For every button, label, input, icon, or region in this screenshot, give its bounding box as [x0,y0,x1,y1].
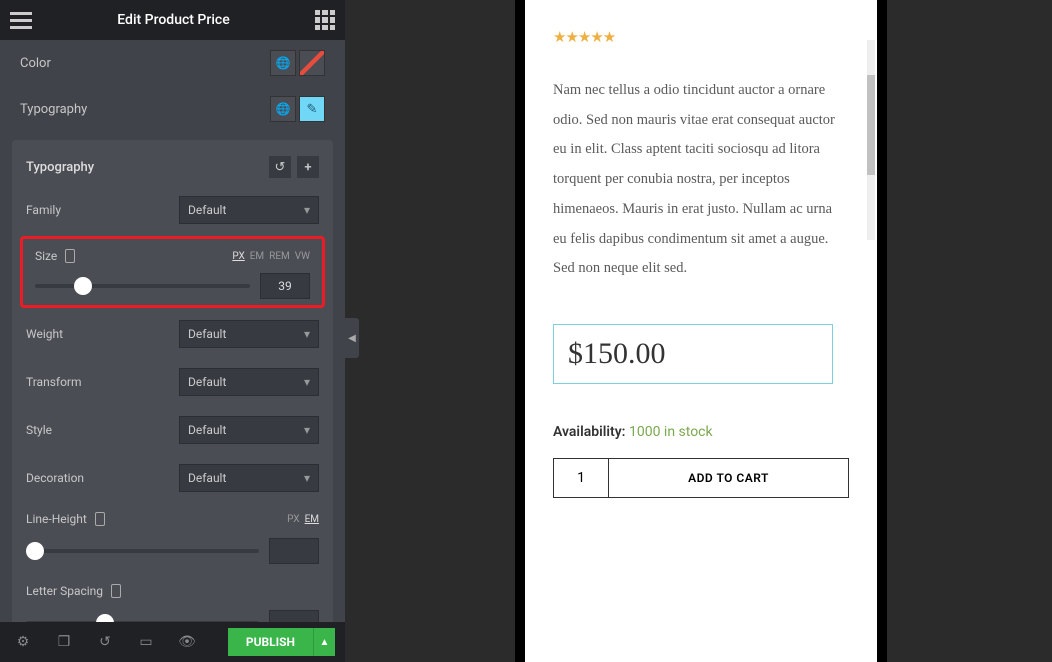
color-global-icon[interactable] [270,50,296,76]
weight-row: Weight Default [12,310,333,358]
size-input[interactable] [260,273,310,299]
family-select[interactable]: Default [179,196,319,224]
unit-em[interactable]: EM [250,251,264,262]
typography-label: Typography [20,102,87,117]
device-preview-frame: ★★★★★ Nam nec tellus a odio tincidunt au… [515,0,887,662]
quantity-input[interactable] [553,458,609,498]
editor-panel: Edit Product Price Color Typography Typo… [0,0,345,662]
settings-icon[interactable]: ⚙ [10,629,36,655]
history-icon[interactable]: ↺ [92,629,118,655]
panel-body: Color Typography Typography ↺ + F [0,40,345,622]
unit-px[interactable]: PX [232,251,244,262]
availability-value: 1000 in stock [629,424,713,440]
typography-global-icon[interactable] [270,96,296,122]
weight-select[interactable]: Default [179,320,319,348]
publish-dropdown[interactable]: ▲ [313,628,335,656]
family-row: Family Default [12,186,333,234]
menu-icon[interactable] [10,8,32,33]
size-slider[interactable] [35,284,250,288]
typography-popover: Typography ↺ + Family Default Size PX [12,140,333,622]
lh-unit-em[interactable]: EM [305,514,319,525]
letterspacing-row: Letter Spacing [12,574,333,622]
letterspacing-input[interactable] [269,610,319,622]
unit-vw[interactable]: VW [295,251,310,262]
product-description: Nam nec tellus a odio tincidunt auctor a… [553,76,849,284]
decoration-label: Decoration [26,471,84,485]
lh-unit-px[interactable]: PX [287,514,299,525]
availability-label: Availability: [553,424,625,440]
preview-icon[interactable]: 👁 [174,629,200,655]
lineheight-thumb[interactable] [26,542,44,560]
panel-title: Edit Product Price [117,12,229,28]
decoration-row: Decoration Default [12,454,333,502]
lineheight-row: Line-Height PX EM [12,502,333,574]
decoration-select[interactable]: Default [179,464,319,492]
typography-edit-icon[interactable] [299,96,325,122]
add-icon[interactable]: + [297,156,319,178]
family-label: Family [26,203,61,217]
typography-row: Typography [0,86,345,132]
apps-icon[interactable] [315,10,335,30]
device-icon[interactable] [111,584,121,598]
transform-select[interactable]: Default [179,368,319,396]
letterspacing-label: Letter Spacing [26,584,103,598]
unit-rem[interactable]: REM [269,251,290,262]
style-label: Style [26,423,52,437]
lineheight-input[interactable] [269,538,319,564]
typography-popover-title: Typography [26,160,94,175]
weight-label: Weight [26,327,63,341]
style-row: Style Default [12,406,333,454]
letterspacing-thumb[interactable] [96,614,114,622]
panel-footer: ⚙ ❒ ↺ ▭ 👁 PUBLISH ▲ [0,622,345,662]
size-control-highlight: Size PX EM REM VW [20,236,325,308]
color-none-icon[interactable] [299,50,325,76]
add-to-cart-button[interactable]: ADD TO CART [609,458,849,498]
collapse-handle[interactable]: ◀ [345,318,359,358]
transform-row: Transform Default [12,358,333,406]
style-select[interactable]: Default [179,416,319,444]
panel-header: Edit Product Price [0,0,345,40]
preview-viewport: ★★★★★ Nam nec tellus a odio tincidunt au… [525,0,877,662]
size-units: PX EM REM VW [232,251,310,262]
color-row: Color [0,40,345,86]
size-slider-thumb[interactable] [74,277,92,295]
layers-icon[interactable]: ❒ [51,629,77,655]
publish-button[interactable]: PUBLISH [228,628,313,656]
rating-stars: ★★★★★ [553,28,849,46]
availability: Availability: 1000 in stock [553,424,849,440]
scrollbar-thumb[interactable] [867,75,875,175]
product-price: $150.00 [568,337,818,371]
lineheight-label: Line-Height [26,512,87,526]
device-icon[interactable] [95,512,105,526]
price-widget: $150.00 [553,324,833,384]
device-icon[interactable] [65,249,75,263]
size-label: Size [35,249,57,263]
lineheight-slider[interactable] [26,549,259,553]
color-label: Color [20,56,51,71]
responsive-icon[interactable]: ▭ [133,629,159,655]
transform-label: Transform [26,375,82,389]
reset-icon[interactable]: ↺ [269,156,291,178]
